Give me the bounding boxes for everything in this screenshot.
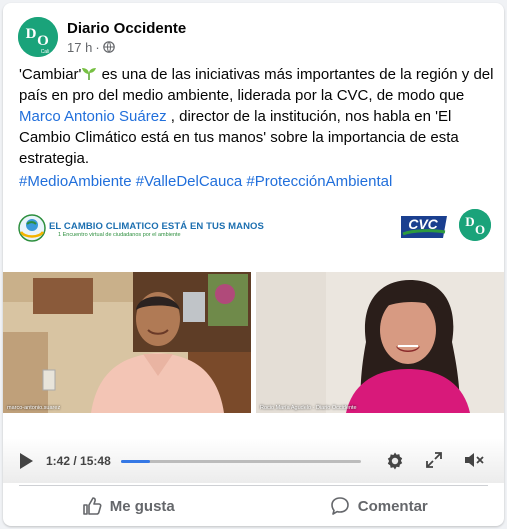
comment-label: Comentar — [357, 497, 428, 515]
page-name[interactable]: Diario Occidente — [67, 19, 186, 38]
post-actions: Me gusta Comentar — [3, 486, 504, 526]
time-separator: / — [70, 454, 81, 468]
thumbs-up-icon — [82, 497, 102, 515]
video-panel-left: marco-antonio.suarez — [3, 272, 251, 413]
diario-occidente-logo-icon: D O Cali — [18, 17, 58, 57]
climate-hands-logo-icon — [18, 214, 46, 242]
woman-video-feed — [256, 272, 504, 413]
duration: 15:48 — [80, 454, 111, 468]
svg-text:D: D — [26, 26, 37, 42]
video-time: 1:42 / 15:48 — [46, 454, 111, 468]
participant-name-right: Rocio María Agudelo - Diario Occidente — [260, 405, 357, 411]
hashtag-link[interactable]: #ProtecciónAmbiental — [246, 173, 392, 190]
svg-text:O: O — [37, 33, 49, 49]
banner-title: EL CAMBIO CLIMATICO ESTÁ EN TUS MANOS — [49, 221, 264, 232]
svg-text:Cali: Cali — [41, 49, 50, 55]
post-header: D O Cali Diario Occidente 17 h · — [18, 17, 186, 57]
post-card: D O Cali Diario Occidente 17 h · 'Cambia… — [3, 3, 504, 526]
video-player[interactable]: EL CAMBIO CLIMATICO ESTÁ EN TUS MANOS 1 … — [3, 202, 504, 483]
hashtag-link[interactable]: #MedioAmbiente — [19, 173, 132, 190]
video-banner: EL CAMBIO CLIMATICO ESTÁ EN TUS MANOS 1 … — [3, 202, 504, 270]
comment-icon — [330, 497, 349, 515]
video-panel-right: Rocio María Agudelo - Diario Occidente — [256, 272, 504, 413]
do-logo: D O — [459, 209, 491, 241]
post-text-part1: 'Cambiar' — [19, 66, 82, 83]
cvc-label: CVC — [408, 216, 438, 232]
mute-icon[interactable] — [463, 451, 485, 469]
do-logo-icon: D O — [459, 209, 491, 241]
svg-text:D: D — [465, 214, 474, 229]
separator-dot: · — [95, 39, 100, 55]
hashtag-row: #MedioAmbiente #ValleDelCauca #Protecció… — [19, 171, 392, 192]
expand-icon[interactable] — [425, 451, 443, 469]
seedling-icon — [82, 68, 97, 80]
avatar[interactable]: D O Cali — [18, 17, 58, 57]
post-time[interactable]: 17 h — [67, 39, 92, 56]
like-button[interactable]: Me gusta — [3, 486, 254, 526]
hashtag-link[interactable]: #ValleDelCauca — [136, 173, 242, 190]
post-text: 'Cambiar' es una de las iniciativas más … — [19, 64, 495, 169]
globe-icon[interactable] — [102, 41, 115, 53]
comment-button[interactable]: Comentar — [254, 486, 505, 526]
play-icon[interactable] — [18, 452, 34, 470]
current-time: 1:42 — [46, 454, 71, 468]
participant-name-left: marco-antonio.suarez — [7, 405, 61, 411]
cvc-logo-icon: CVC — [401, 216, 447, 238]
like-label: Me gusta — [109, 497, 175, 515]
mention-link[interactable]: Marco Antonio Suárez — [19, 108, 167, 125]
progress-fill — [121, 460, 150, 463]
video-controls: 1:42 / 15:48 — [3, 438, 504, 483]
man-video-feed — [3, 272, 251, 413]
banner-subtitle: 1 Encuentro virtual de ciudadanos por el… — [58, 232, 181, 238]
progress-bar[interactable] — [121, 460, 361, 463]
svg-text:O: O — [475, 222, 485, 237]
settings-gear-icon[interactable] — [385, 451, 405, 471]
